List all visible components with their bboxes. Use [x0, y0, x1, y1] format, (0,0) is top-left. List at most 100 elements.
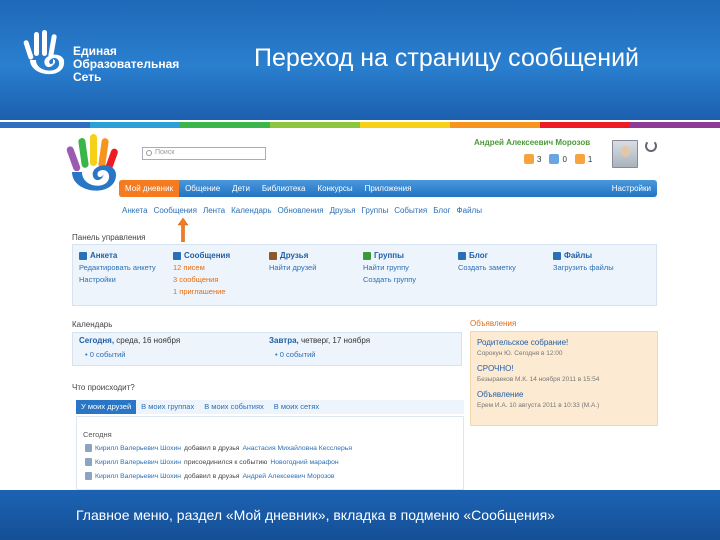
logo-line-3: Сеть	[73, 70, 102, 84]
feed-action: присоединился к событию	[184, 458, 268, 466]
panel-link[interactable]: Создать заметку	[458, 262, 516, 274]
panel-link[interactable]: Настройки	[79, 274, 156, 286]
counter-item[interactable]: 0	[549, 154, 567, 164]
panel-link[interactable]: 12 писем	[173, 262, 230, 274]
feed-actor[interactable]: Кирилл Валерьевич Шохин	[95, 473, 181, 480]
calendar-events-link[interactable]: • 0 событий	[85, 350, 125, 359]
panel-column-header[interactable]: Группы	[363, 250, 416, 262]
calendar-date: среда, 16 ноября	[114, 336, 181, 345]
site-screenshot: Поиск Андрей Алексеевич Морозов 3 0 1 Мой …	[62, 128, 662, 490]
groups-icon	[363, 252, 371, 260]
counter-item[interactable]: 3	[524, 154, 541, 164]
nav-item[interactable]: Мой дневник	[119, 180, 180, 197]
panel-link[interactable]: Загрузить файлы	[553, 262, 614, 274]
slide-header: Единая Образовательная Сеть Переход на с…	[0, 0, 720, 120]
envelope-icon	[173, 252, 181, 260]
nav-settings[interactable]: Настройки	[606, 180, 657, 197]
calendar-date: четверг, 17 ноября	[298, 336, 371, 345]
panel-link[interactable]: 1 приглашение	[173, 286, 230, 298]
panel-link[interactable]: Редактировать анкету	[79, 262, 156, 274]
counter-value: 1	[587, 154, 593, 164]
calendar-box: Сегодня, среда, 16 ноября • 0 событий Завт…	[72, 332, 462, 366]
subnav-item[interactable]: Анкета	[122, 206, 148, 215]
feed-target[interactable]: Новогодний марафон	[270, 459, 338, 466]
feed-row: Кирилл Валерьевич Шохин присоединился к с…	[85, 458, 339, 466]
subnav-item[interactable]: Файлы	[457, 206, 482, 215]
subnav-item[interactable]: Обновления	[278, 206, 324, 215]
feed-action: добавил в друзья	[184, 472, 240, 480]
announcement-meta: Безыраеков М.К. 14 ноября 2011 в 15:54	[477, 376, 600, 383]
feed-row: Кирилл Валерьевич Шохин добавил в друзья А…	[85, 472, 335, 480]
feed-actor[interactable]: Кирилл Валерьевич Шохин	[95, 459, 181, 466]
slide-title: Переход на страницу сообщений	[254, 44, 640, 72]
user-name-link[interactable]: Андрей Алексеевич Морозов	[474, 138, 590, 147]
panel-column: Друзья Найти друзей	[269, 250, 316, 274]
panel-column-header[interactable]: Файлы	[553, 250, 614, 262]
panel-column-title: Блог	[469, 251, 488, 260]
panel-column-title: Анкета	[90, 251, 118, 260]
feed-tabs: У моих друзей В моих группах В моих событи…	[76, 400, 464, 414]
panel-column: Группы Найти группу Создать группу	[363, 250, 416, 286]
feed-tab[interactable]: В моих событиях	[199, 400, 269, 414]
panel-column-header[interactable]: Анкета	[79, 250, 156, 262]
nav-item[interactable]: Библиотека	[256, 180, 312, 197]
feed-action: добавил в друзья	[184, 444, 240, 452]
site-hand-logo-icon[interactable]	[64, 132, 120, 200]
avatar[interactable]	[612, 140, 638, 168]
counter-value: 3	[537, 154, 542, 164]
subnav-item[interactable]: Календарь	[231, 206, 271, 215]
announcement-title[interactable]: Объявление	[477, 390, 523, 399]
panel-column: Файлы Загрузить файлы	[553, 250, 614, 274]
calendar-day-header[interactable]: Завтра, четверг, 17 ноября	[269, 336, 370, 345]
logo-text: Единая Образовательная Сеть	[73, 45, 179, 84]
counter-value: 0	[562, 154, 567, 164]
feed-target[interactable]: Андрей Алексеевич Морозов	[242, 473, 334, 480]
panel-column-title: Файлы	[564, 251, 593, 260]
panel-column-header[interactable]: Блог	[458, 250, 516, 262]
panel-column: Блог Создать заметку	[458, 250, 516, 274]
calendar-day-header[interactable]: Сегодня, среда, 16 ноября	[79, 336, 180, 345]
panel-link[interactable]: Найти друзей	[269, 262, 316, 274]
nav-item[interactable]: Приложения	[359, 180, 418, 197]
feed-row: Кирилл Валерьевич Шохин добавил в друзья А…	[85, 444, 352, 452]
person-icon	[549, 154, 560, 164]
announcement-meta: Сорокун Ю. Сегодня в 12:00	[477, 350, 563, 357]
feed-tab[interactable]: В моих сетях	[269, 400, 324, 414]
feed-tab[interactable]: В моих группах	[136, 400, 199, 414]
feed-title: Что происходит?	[72, 383, 135, 392]
subnav-item[interactable]: Блог	[433, 206, 450, 215]
announcement-title[interactable]: СРОЧНО!	[477, 364, 514, 373]
nav-item[interactable]: Общение	[179, 180, 226, 197]
panel-column-title: Сообщения	[184, 251, 231, 260]
panel-column-title: Друзья	[280, 251, 309, 260]
calendar-day: Сегодня,	[79, 336, 115, 345]
calendar-events-link[interactable]: • 0 событий	[275, 350, 315, 359]
subnav-item[interactable]: Сообщения	[154, 206, 197, 215]
subnav-item[interactable]: События	[394, 206, 427, 215]
announcement-title[interactable]: Родительское собрание!	[477, 338, 568, 347]
blog-icon	[458, 252, 466, 260]
panel-column-title: Группы	[374, 251, 404, 260]
activity-feed: Сегодня Кирилл Валерьевич Шохин добавил в…	[76, 416, 464, 490]
subnav-item[interactable]: Друзья	[330, 206, 356, 215]
panel-column-header[interactable]: Сообщения	[173, 250, 230, 262]
subnav-item[interactable]: Группы	[362, 206, 389, 215]
feed-target[interactable]: Анастасия Михайловна Кесслерья	[242, 445, 352, 452]
feed-tab[interactable]: У моих друзей	[76, 400, 137, 414]
feed-actor[interactable]: Кирилл Валерьевич Шохин	[95, 445, 181, 452]
search-input[interactable]: Поиск	[142, 147, 266, 160]
logout-icon[interactable]	[645, 140, 657, 152]
panel-link[interactable]: Создать группу	[363, 274, 416, 286]
counter-item[interactable]: 1	[574, 154, 593, 164]
files-icon	[553, 252, 561, 260]
panel-link[interactable]: 3 сообщения	[173, 274, 230, 286]
nav-item[interactable]: Конкурсы	[311, 180, 358, 197]
subnav-item[interactable]: Лента	[203, 206, 225, 215]
panel-link[interactable]: Найти группу	[363, 262, 416, 274]
announcement-meta: Ерем И.А. 10 августа 2011 в 10:33 (М.А.)	[477, 402, 600, 409]
nav-item[interactable]: Дети	[226, 180, 256, 197]
panel-column-header[interactable]: Друзья	[269, 250, 316, 262]
feed-today-label: Сегодня	[83, 430, 112, 439]
slide-caption: Главное меню, раздел «Мой дневник», вкла…	[0, 490, 720, 540]
profile-icon	[79, 252, 87, 260]
